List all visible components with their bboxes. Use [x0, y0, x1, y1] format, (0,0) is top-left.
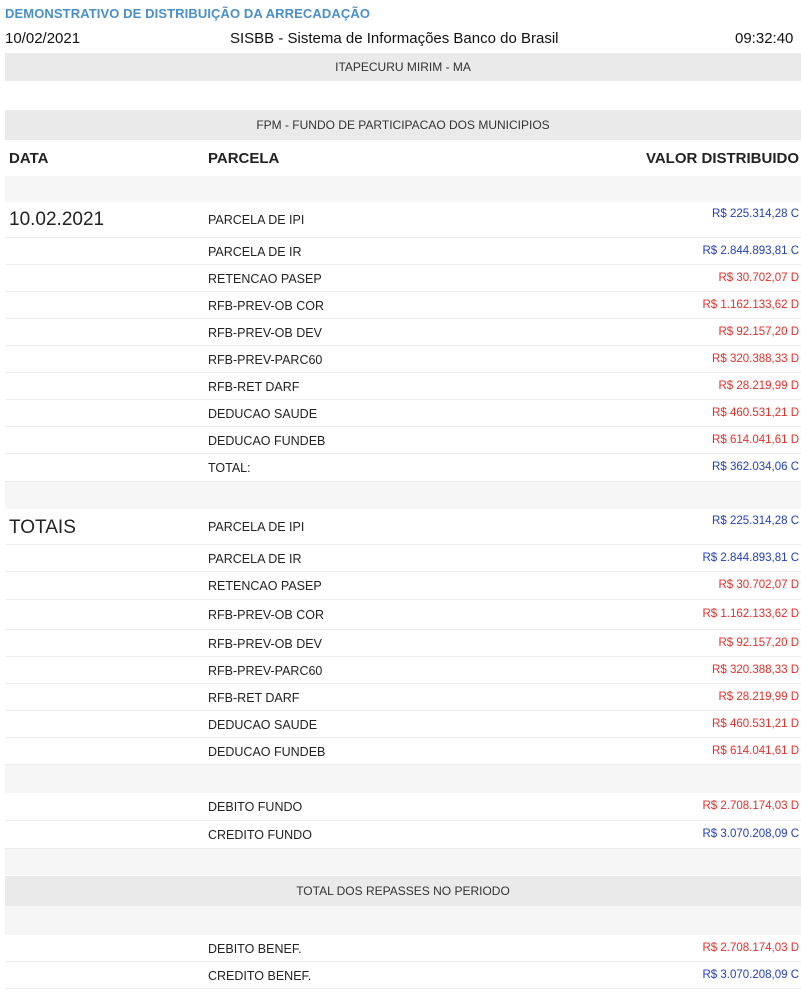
spacer: [5, 482, 801, 509]
value-amount: R$ 225.314,28 C: [712, 208, 799, 220]
value-amount: R$ 92.157,20 D: [718, 637, 799, 649]
spacer: [5, 81, 801, 110]
value-amount: R$ 225.314,28 C: [712, 515, 799, 527]
value-amount: R$ 460.531,21 D: [712, 407, 799, 419]
parcel-label: RFB-PREV-OB DEV: [208, 637, 322, 651]
table-row: PARCELA DE IR R$ 2.844.893,81 C: [5, 545, 801, 572]
system-name: SISBB - Sistema de Informações Banco do …: [230, 30, 559, 47]
fund-banner: FPM - FUNDO DE PARTICIPACAO DOS MUNICIPI…: [5, 110, 801, 140]
parcel-label: DEBITO FUNDO: [208, 800, 303, 814]
parcel-label: RFB-PREV-OB COR: [208, 299, 324, 313]
spacer: [5, 176, 801, 202]
parcel-label: RFB-RET DARF: [208, 380, 300, 394]
table-row: RETENCAO PASEP R$ 30.702,07 D: [5, 572, 801, 600]
parcel-label: CREDITO BENEF.: [208, 969, 312, 983]
table-row: PARCELA DE IR R$ 2.844.893,81 C: [5, 238, 801, 265]
parcel-label: DEDUCAO SAUDE: [208, 718, 318, 732]
value-amount: R$ 30.702,07 D: [718, 579, 799, 591]
spacer: [5, 906, 801, 935]
period-title: TOTAL DOS REPASSES NO PERIODO: [296, 884, 510, 898]
table-row: CREDITO BENEF. R$ 3.070.208,09 C: [5, 962, 801, 989]
table-row: RFB-PREV-OB DEV R$ 92.157,20 D: [5, 630, 801, 657]
table-row: DEDUCAO SAUDE R$ 460.531,21 D: [5, 400, 801, 427]
column-header-value: VALOR DISTRIBUIDO: [645, 150, 799, 167]
parcel-label: DEDUCAO FUNDEB: [208, 434, 326, 448]
value-amount: R$ 1.162.133,62 D: [702, 608, 799, 620]
parcel-label: RFB-PREV-OB COR: [208, 608, 324, 622]
table-row: DEBITO FUNDO R$ 2.708.174,03 D: [5, 793, 801, 821]
value-amount: R$ 92.157,20 D: [718, 326, 799, 338]
table-row: RFB-RET DARF R$ 28.219,99 D: [5, 373, 801, 400]
value-amount: R$ 3.070.208,09 C: [702, 969, 799, 981]
table-row: TOTAL: R$ 362.034,06 C: [5, 454, 801, 482]
report-date: 10/02/2021: [5, 30, 81, 47]
spacer: [5, 849, 801, 875]
table-row: RFB-PREV-OB DEV R$ 92.157,20 D: [5, 319, 801, 346]
column-header-parcel: PARCELA: [208, 150, 280, 167]
table-row: DEBITO BENEF. R$ 2.708.174,03 D: [5, 935, 801, 962]
table-row: PARCELA DE IPI R$ 225.314,28 C: [5, 202, 801, 238]
table-row: RETENCAO PASEP R$ 30.702,07 D: [5, 265, 801, 292]
table-row: RFB-PREV-PARC60 R$ 320.388,33 D: [5, 346, 801, 373]
parcel-label: TOTAL:: [208, 461, 251, 475]
table-row: CREDITO FUNDO R$ 3.070.208,09 C: [5, 821, 801, 849]
value-amount: R$ 614.041,61 D: [712, 745, 799, 757]
table-row: DEDUCAO SAUDE R$ 460.531,21 D: [5, 711, 801, 738]
value-amount: R$ 614.041,61 D: [712, 434, 799, 446]
value-amount: R$ 460.531,21 D: [712, 718, 799, 730]
parcel-label: DEDUCAO SAUDE: [208, 407, 318, 421]
report-time: 09:32:40: [735, 30, 794, 47]
value-amount: R$ 3.070.208,09 C: [702, 828, 799, 840]
parcel-label: CREDITO FUNDO: [208, 828, 312, 842]
table-row: PARCELA DE IPI R$ 225.314,28 C: [5, 509, 801, 545]
fund-title: FPM - FUNDO DE PARTICIPACAO DOS MUNICIPI…: [256, 118, 550, 132]
report-title: DEMONSTRATIVO DE DISTRIBUIÇÃO DA ARRECAD…: [5, 6, 371, 21]
parcel-label: PARCELA DE IPI: [208, 213, 305, 227]
value-amount: R$ 2.844.893,81 C: [702, 552, 799, 564]
table-row: RFB-RET DARF R$ 28.219,99 D: [5, 684, 801, 711]
value-amount: R$ 28.219,99 D: [718, 380, 799, 392]
table-row: RFB-PREV-OB COR R$ 1.162.133,62 D: [5, 600, 801, 630]
parcel-label: RFB-PREV-PARC60: [208, 353, 323, 367]
municipality-banner: ITAPECURU MIRIM - MA: [5, 53, 801, 81]
spacer: [5, 765, 801, 793]
table-row: RFB-PREV-OB COR R$ 1.162.133,62 D: [5, 292, 801, 319]
parcel-label: RETENCAO PASEP: [208, 272, 322, 286]
municipality-name: ITAPECURU MIRIM - MA: [335, 60, 471, 74]
value-amount: R$ 2.708.174,03 D: [702, 800, 799, 812]
column-header-date: DATA: [9, 150, 49, 167]
value-amount: R$ 2.708.174,03 D: [702, 942, 799, 954]
table-row: RFB-PREV-PARC60 R$ 320.388,33 D: [5, 657, 801, 684]
parcel-label: PARCELA DE IR: [208, 245, 302, 259]
value-amount: R$ 320.388,33 D: [712, 353, 799, 365]
parcel-label: RFB-RET DARF: [208, 691, 300, 705]
value-amount: R$ 2.844.893,81 C: [702, 245, 799, 257]
value-amount: R$ 28.219,99 D: [718, 691, 799, 703]
value-amount: R$ 320.388,33 D: [712, 664, 799, 676]
value-amount: R$ 362.034,06 C: [712, 461, 799, 473]
parcel-label: DEBITO BENEF.: [208, 942, 302, 956]
parcel-label: PARCELA DE IPI: [208, 520, 305, 534]
parcel-label: RFB-PREV-OB DEV: [208, 326, 322, 340]
parcel-label: DEDUCAO FUNDEB: [208, 745, 326, 759]
value-amount: R$ 1.162.133,62 D: [702, 299, 799, 311]
value-amount: R$ 30.702,07 D: [718, 272, 799, 284]
parcel-label: PARCELA DE IR: [208, 552, 302, 566]
table-row: DEDUCAO FUNDEB R$ 614.041,61 D: [5, 738, 801, 765]
period-banner: TOTAL DOS REPASSES NO PERIODO: [5, 876, 801, 906]
parcel-label: RFB-PREV-PARC60: [208, 664, 323, 678]
table-row: DEDUCAO FUNDEB R$ 614.041,61 D: [5, 427, 801, 454]
parcel-label: RETENCAO PASEP: [208, 579, 322, 593]
